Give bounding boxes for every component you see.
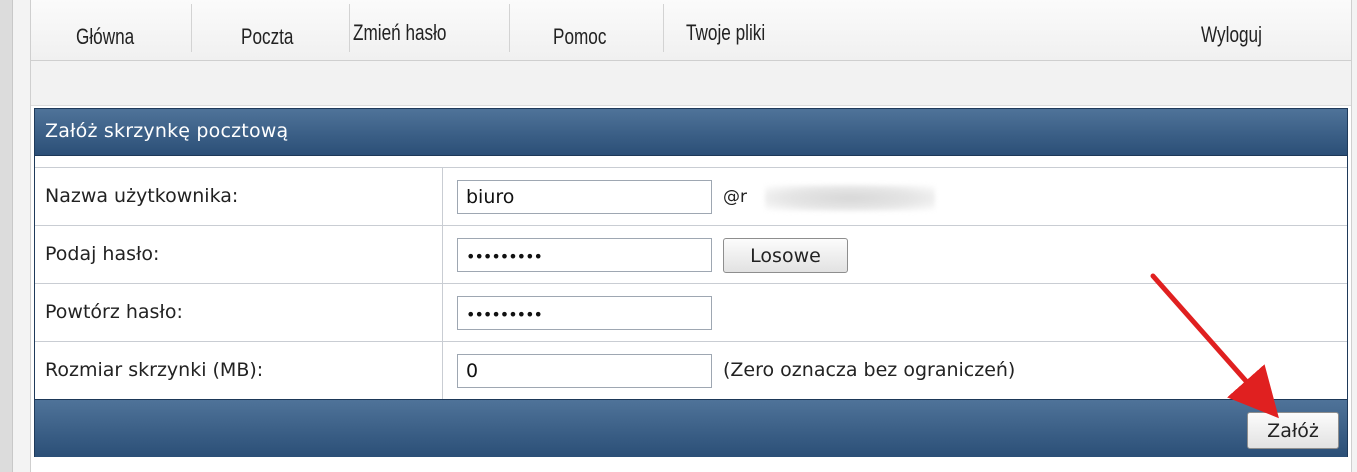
nav-divider	[191, 4, 192, 52]
blurred-domain	[765, 185, 935, 211]
username-row: Nazwa użytkownika: @r	[35, 167, 1347, 226]
password-label: Podaj hasło:	[45, 243, 160, 265]
form-header: Załóż skrzynkę pocztową	[35, 109, 1347, 156]
nav-item-home[interactable]: Główna	[76, 24, 134, 50]
column-divider	[442, 342, 443, 400]
username-label: Nazwa użytkownika:	[45, 185, 239, 207]
nav-subbar	[31, 61, 1351, 106]
page-frame: Główna Poczta Zmień hasło Pomoc Twoje pl…	[30, 0, 1352, 472]
password-repeat-label: Powtórz hasło:	[45, 301, 183, 323]
nav-item-help[interactable]: Pomoc	[553, 24, 606, 50]
mailbox-size-row: Rozmiar skrzynki (MB): (Zero oznacza bez…	[35, 341, 1347, 400]
nav-divider	[663, 4, 664, 52]
create-mailbox-form: Załóż skrzynkę pocztową Nazwa użytkownik…	[34, 108, 1348, 457]
password-row: Podaj hasło: Losowe	[35, 225, 1347, 284]
nav-item-mail[interactable]: Poczta	[241, 24, 293, 50]
column-divider	[442, 226, 443, 284]
mailbox-size-note: (Zero oznacza bez ograniczeń)	[723, 359, 1016, 381]
username-input[interactable]	[457, 180, 712, 214]
create-mailbox-button[interactable]: Załóż	[1247, 412, 1339, 449]
nav-divider	[509, 4, 510, 52]
mailbox-size-label: Rozmiar skrzynki (MB):	[45, 359, 264, 381]
nav-item-your-files[interactable]: Twoje pliki	[686, 20, 765, 46]
column-divider	[442, 168, 443, 226]
form-title: Załóż skrzynkę pocztową	[45, 120, 289, 142]
window-edge	[0, 0, 13, 472]
top-navigation: Główna Poczta Zmień hasło Pomoc Twoje pl…	[31, 0, 1351, 61]
mailbox-size-input[interactable]	[457, 354, 712, 388]
password-input[interactable]	[457, 238, 712, 272]
random-password-button[interactable]: Losowe	[723, 238, 848, 273]
logout-link[interactable]: Wyloguj	[1201, 22, 1262, 48]
domain-suffix: @r	[723, 187, 747, 207]
form-footer: Załóż	[35, 399, 1347, 457]
column-divider	[442, 284, 443, 342]
nav-divider	[349, 4, 350, 52]
password-repeat-input[interactable]	[457, 296, 712, 330]
nav-item-change-password[interactable]: Zmień hasło	[353, 20, 446, 46]
password-repeat-row: Powtórz hasło:	[35, 283, 1347, 342]
